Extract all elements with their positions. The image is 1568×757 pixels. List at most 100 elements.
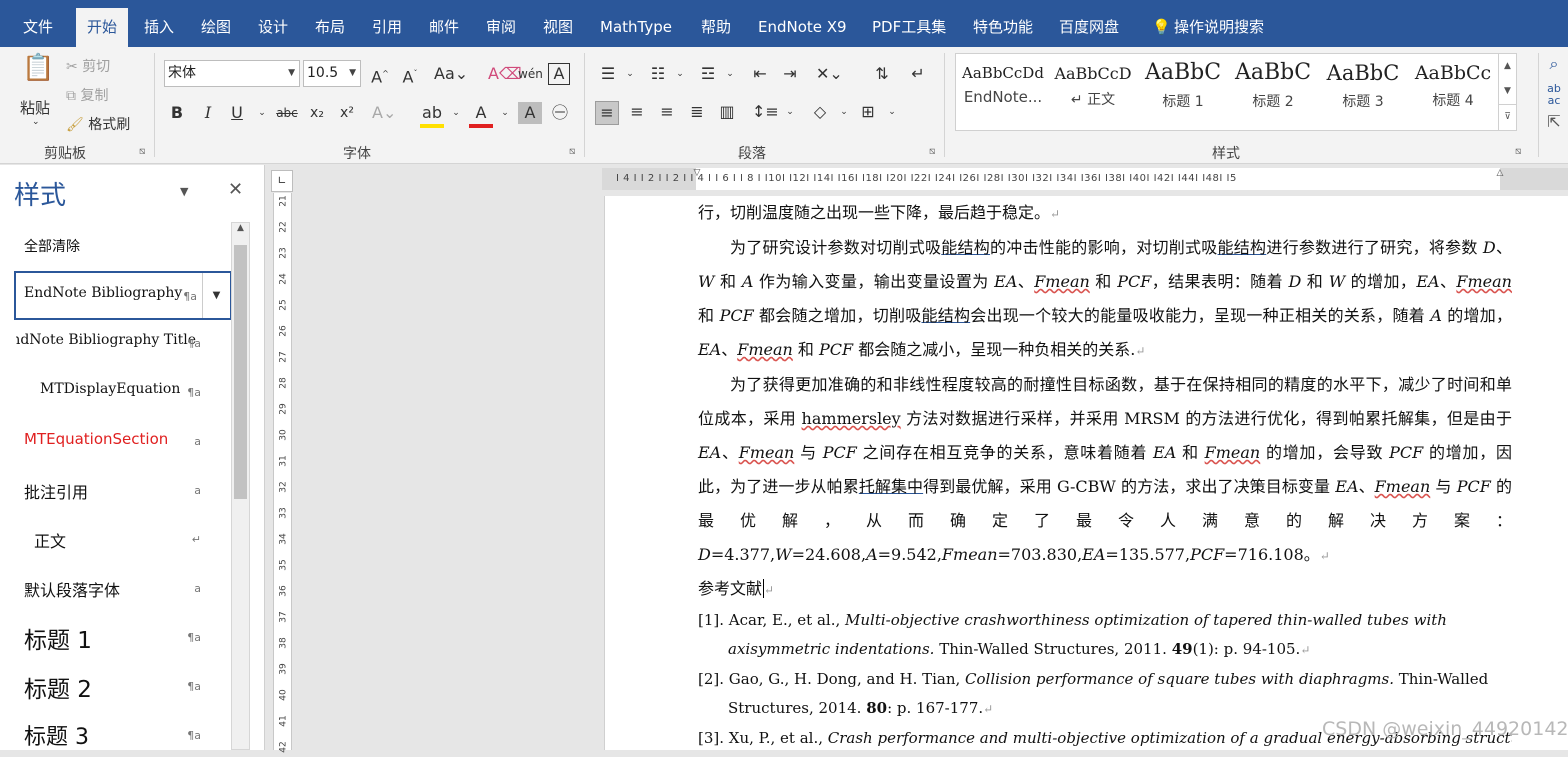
multilevel-dropdown-icon[interactable]: ⌄ (718, 63, 742, 85)
character-shading-icon[interactable]: A (518, 102, 542, 124)
show-marks-icon[interactable]: ↵ (906, 63, 930, 85)
chevron-up-icon[interactable]: ▲ (1499, 54, 1516, 79)
increase-indent-icon[interactable]: ⇥ (778, 63, 802, 85)
style-item-default-paragraph-font[interactable]: 默认段落字体 a (14, 565, 232, 614)
style-tile-heading2[interactable]: AaBbC 标题 2 (1228, 54, 1318, 130)
underline-dropdown-icon[interactable]: ⌄ (250, 102, 274, 124)
bullets-icon[interactable]: ☰ (596, 63, 620, 85)
tab-draw[interactable]: 绘图 (190, 10, 242, 47)
decrease-indent-icon[interactable]: ⇤ (748, 63, 772, 85)
phonetic-guide-icon[interactable]: wén (518, 63, 543, 85)
font-color-icon[interactable]: A (469, 102, 493, 128)
justify-icon[interactable]: ≣ (685, 101, 709, 123)
close-icon[interactable]: ✕ (228, 179, 243, 200)
paragraph-launcher-icon[interactable]: ⧅ (929, 146, 935, 157)
styles-launcher-icon[interactable]: ⧅ (1515, 146, 1521, 157)
paste-button[interactable]: 粘贴 (20, 97, 50, 118)
scrollbar-thumb[interactable] (234, 245, 247, 499)
align-center-icon[interactable]: ≡ (625, 101, 649, 123)
change-case-icon[interactable]: Aa⌄ (434, 63, 468, 85)
style-item-annotation-ref[interactable]: 批注引用 a (14, 467, 232, 516)
chinese-layout-icon[interactable]: ✕⌄ (816, 63, 843, 85)
tab-selector[interactable]: ∟ (271, 170, 293, 192)
enclose-characters-icon[interactable]: ㊀ (548, 102, 572, 124)
style-tile-heading4[interactable]: AaBbCc 标题 4 (1408, 54, 1498, 130)
character-border-icon[interactable]: A (548, 63, 570, 85)
align-left-icon[interactable]: ≡ (595, 101, 619, 125)
select-icon[interactable]: ⇱ (1542, 111, 1566, 133)
gallery-more-icon[interactable]: ⊽ (1499, 104, 1516, 128)
borders-dropdown-icon[interactable]: ⌄ (880, 101, 904, 123)
bullets-dropdown-icon[interactable]: ⌄ (618, 63, 642, 85)
right-indent-marker[interactable]: △ (1495, 168, 1505, 190)
font-name-combo[interactable]: 宋体 ▼ (164, 60, 300, 87)
borders-icon[interactable]: ⊞ (856, 101, 880, 123)
style-item-clear-all[interactable]: 全部清除 (14, 222, 232, 271)
style-item-heading2[interactable]: 标题 2 ¶a (14, 663, 232, 712)
document-page[interactable]: 行，切削温度随之出现一些下降，最后趋于稳定。↵ 为了研究设计参数对切削式吸能结构… (604, 196, 1568, 750)
text-effects-icon[interactable]: A⌄ (372, 102, 396, 124)
highlight-icon[interactable]: ab (420, 102, 444, 128)
style-tile-normal[interactable]: AaBbCcD ↵ 正文 (1048, 54, 1138, 130)
tab-pdf-tools[interactable]: PDF工具集 (861, 10, 957, 47)
style-tile-heading3[interactable]: AaBbC 标题 3 (1318, 54, 1408, 130)
tab-endnote[interactable]: EndNote X9 (747, 10, 858, 47)
chevron-down-icon[interactable]: ▼ (180, 185, 188, 198)
style-item-mtequationsection[interactable]: MTEquationSection a (14, 418, 232, 467)
chevron-up-icon[interactable]: ▲ (232, 223, 249, 239)
gallery-scroll[interactable]: ▲ ▼ ⊽ (1498, 54, 1516, 130)
highlight-dropdown-icon[interactable]: ⌄ (444, 102, 468, 124)
tab-layout[interactable]: 布局 (304, 10, 356, 47)
chevron-down-icon[interactable]: ▼ (1499, 79, 1516, 104)
tab-mathtype[interactable]: MathType (589, 10, 683, 47)
clear-formatting-icon[interactable]: A⌫ (488, 63, 522, 85)
sort-icon[interactable]: ⇅ (870, 63, 894, 85)
paste-dropdown[interactable]: ⌄ (32, 117, 40, 127)
shading-icon[interactable]: ◇ (808, 101, 832, 123)
font-color-dropdown-icon[interactable]: ⌄ (493, 102, 517, 124)
document-body[interactable]: 行，切削温度随之出现一些下降，最后趋于稳定。↵ 为了研究设计参数对切削式吸能结构… (698, 196, 1512, 753)
tab-home[interactable]: 开始 (76, 8, 129, 47)
tell-me-search[interactable]: 💡 操作说明搜索 (1152, 10, 1264, 44)
numbering-dropdown-icon[interactable]: ⌄ (668, 63, 692, 85)
font-launcher-icon[interactable]: ⧅ (569, 146, 575, 157)
style-tile-heading1[interactable]: AaBbC 标题 1 (1138, 54, 1228, 130)
indent-marker[interactable]: ▽ (692, 168, 702, 190)
tab-insert[interactable]: 插入 (133, 10, 185, 47)
line-spacing-icon[interactable]: ↕≡ (752, 101, 779, 123)
bold-icon[interactable]: B (165, 102, 189, 124)
style-item-endnote-bibliography[interactable]: EndNote Bibliography ¶a ▼ (14, 271, 232, 320)
tab-review[interactable]: 审阅 (475, 10, 527, 47)
tab-view[interactable]: 视图 (532, 10, 584, 47)
strikethrough-icon[interactable]: abc (275, 102, 299, 124)
tab-mailings[interactable]: 邮件 (418, 10, 470, 47)
multilevel-list-icon[interactable]: ☲ (696, 63, 720, 85)
grow-font-icon[interactable]: A^ (368, 63, 392, 88)
paste-icon[interactable]: 📋 (22, 55, 54, 89)
styles-pane-scrollbar[interactable]: ▲ (231, 222, 250, 750)
style-item-heading1[interactable]: 标题 1 ¶a (14, 614, 232, 663)
find-icon[interactable]: ⌕ (1542, 53, 1566, 75)
tab-references[interactable]: 引用 (361, 10, 413, 47)
tab-help[interactable]: 帮助 (690, 10, 742, 47)
superscript-icon[interactable]: x² (335, 102, 359, 124)
distributed-icon[interactable]: ▥ (715, 101, 739, 123)
replace-icon[interactable]: ab ac (1542, 83, 1566, 107)
tab-file[interactable]: 文件 (12, 10, 64, 47)
numbering-icon[interactable]: ☷ (646, 63, 670, 85)
italic-icon[interactable]: I (196, 102, 220, 124)
underline-icon[interactable]: U (225, 102, 249, 124)
style-tile-endnote[interactable]: AaBbCcDd EndNote... (958, 54, 1048, 130)
align-right-icon[interactable]: ≡ (655, 101, 679, 123)
format-painter-button[interactable]: 🖌 格式刷 (66, 114, 130, 134)
cut-button[interactable]: ✂ 剪切 (66, 56, 110, 76)
subscript-icon[interactable]: x₂ (305, 102, 329, 124)
shrink-font-icon[interactable]: Aˇ (398, 63, 422, 88)
copy-button[interactable]: ⧉ 复制 (66, 85, 108, 105)
style-item-mtdisplayequation[interactable]: MTDisplayEquation ¶a (14, 369, 232, 418)
chevron-down-icon[interactable]: ▼ (202, 273, 230, 318)
clipboard-launcher-icon[interactable]: ⧅ (139, 146, 145, 157)
tab-special[interactable]: 特色功能 (962, 10, 1044, 47)
font-size-combo[interactable]: 10.5 ▼ (303, 60, 361, 87)
line-spacing-dropdown-icon[interactable]: ⌄ (778, 101, 802, 123)
